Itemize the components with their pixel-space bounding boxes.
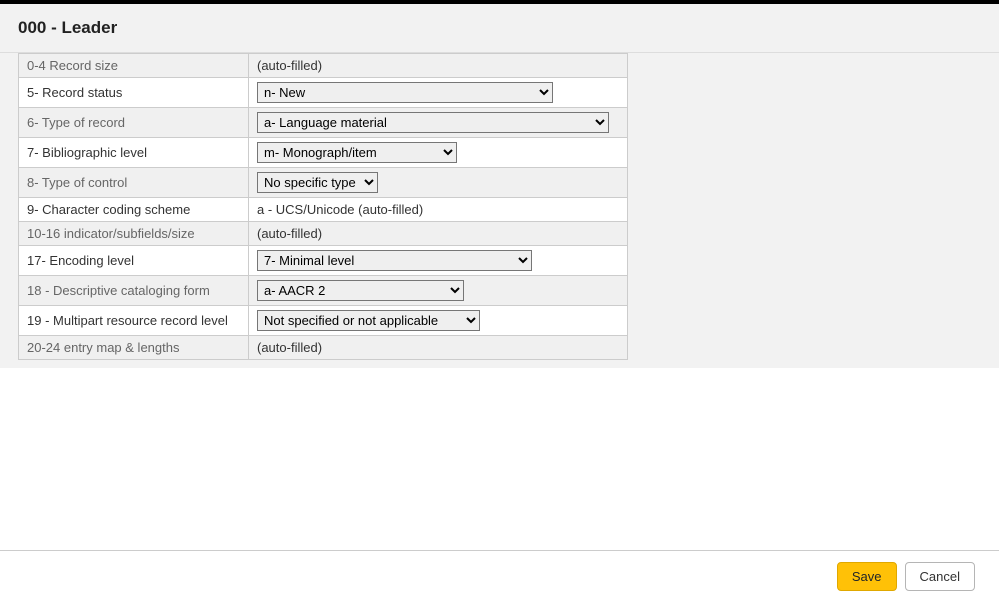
save-button[interactable]: Save bbox=[837, 562, 897, 591]
field-select[interactable]: a- AACR 2 bbox=[257, 280, 464, 301]
form-row: 9- Character coding scheme a - UCS/Unicod… bbox=[19, 198, 628, 222]
leader-form-table: 0-4 Record size (auto-filled) 5- Record st… bbox=[18, 53, 628, 360]
field-label: 6- Type of record bbox=[19, 108, 249, 138]
field-value: a - UCS/Unicode (auto-filled) bbox=[249, 198, 628, 222]
static-value: a - UCS/Unicode (auto-filled) bbox=[257, 202, 423, 217]
form-row: 8- Type of control No specific type bbox=[19, 168, 628, 198]
field-select[interactable]: Not specified or not applicable bbox=[257, 310, 480, 331]
field-select[interactable]: m- Monograph/item bbox=[257, 142, 457, 163]
field-value: a- AACR 2 bbox=[249, 276, 628, 306]
form-row: 6- Type of record a- Language material bbox=[19, 108, 628, 138]
form-row: 17- Encoding level 7- Minimal level bbox=[19, 246, 628, 276]
field-label: 7- Bibliographic level bbox=[19, 138, 249, 168]
cancel-button[interactable]: Cancel bbox=[905, 562, 975, 591]
footer-bar: Save Cancel bbox=[0, 550, 999, 602]
form-row: 18 - Descriptive cataloging form a- AACR … bbox=[19, 276, 628, 306]
field-select[interactable]: n- New bbox=[257, 82, 553, 103]
field-select[interactable]: No specific type bbox=[257, 172, 378, 193]
form-row: 19 - Multipart resource record level Not … bbox=[19, 306, 628, 336]
page-title: 000 - Leader bbox=[18, 18, 981, 38]
field-value: n- New bbox=[249, 78, 628, 108]
field-label: 8- Type of control bbox=[19, 168, 249, 198]
field-value: No specific type bbox=[249, 168, 628, 198]
field-value: Not specified or not applicable bbox=[249, 306, 628, 336]
static-value: (auto-filled) bbox=[257, 58, 322, 73]
form-row: 20-24 entry map & lengths (auto-filled) bbox=[19, 336, 628, 360]
field-label: 19 - Multipart resource record level bbox=[19, 306, 249, 336]
field-value: 7- Minimal level bbox=[249, 246, 628, 276]
field-label: 0-4 Record size bbox=[19, 54, 249, 78]
static-value: (auto-filled) bbox=[257, 226, 322, 241]
form-row: 10-16 indicator/subfields/size (auto-fill… bbox=[19, 222, 628, 246]
field-label: 20-24 entry map & lengths bbox=[19, 336, 249, 360]
field-select[interactable]: 7- Minimal level bbox=[257, 250, 532, 271]
field-value: m- Monograph/item bbox=[249, 138, 628, 168]
form-row: 5- Record status n- New bbox=[19, 78, 628, 108]
field-select[interactable]: a- Language material bbox=[257, 112, 609, 133]
field-label: 9- Character coding scheme bbox=[19, 198, 249, 222]
field-value: (auto-filled) bbox=[249, 222, 628, 246]
content-area: 0-4 Record size (auto-filled) 5- Record st… bbox=[0, 53, 999, 368]
header-section: 000 - Leader bbox=[0, 4, 999, 53]
field-label: 18 - Descriptive cataloging form bbox=[19, 276, 249, 306]
form-row: 7- Bibliographic level m- Monograph/item bbox=[19, 138, 628, 168]
field-label: 5- Record status bbox=[19, 78, 249, 108]
field-label: 10-16 indicator/subfields/size bbox=[19, 222, 249, 246]
field-value: a- Language material bbox=[249, 108, 628, 138]
field-value: (auto-filled) bbox=[249, 336, 628, 360]
field-value: (auto-filled) bbox=[249, 54, 628, 78]
static-value: (auto-filled) bbox=[257, 340, 322, 355]
field-label: 17- Encoding level bbox=[19, 246, 249, 276]
form-row: 0-4 Record size (auto-filled) bbox=[19, 54, 628, 78]
